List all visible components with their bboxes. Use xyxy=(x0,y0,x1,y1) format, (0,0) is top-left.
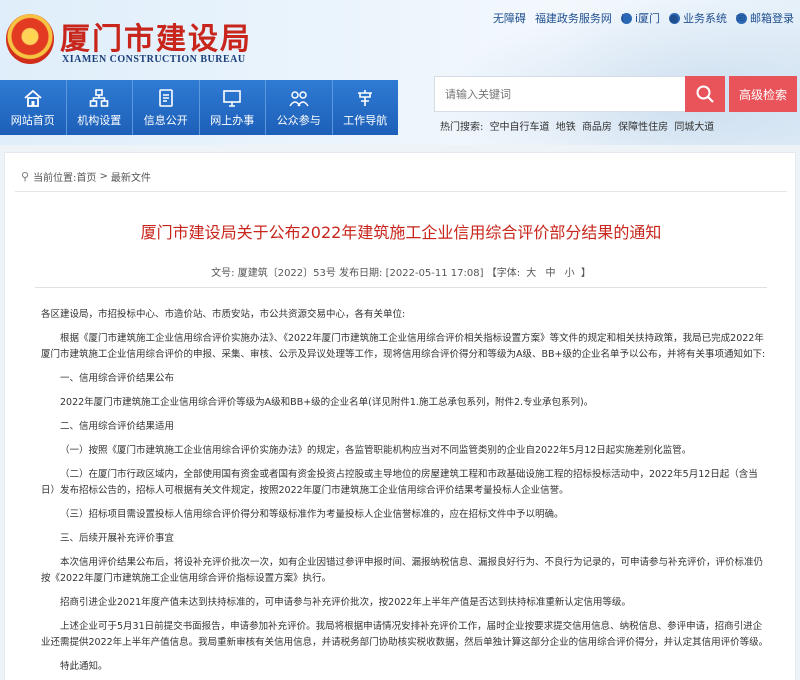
hot-term[interactable]: 同城大道 xyxy=(674,122,714,133)
article-paragraph: 2022年厦门市建筑施工企业信用综合评价等级为A级和BB+级的企业名单(详见附件… xyxy=(60,397,594,408)
font-size-large[interactable]: 大 xyxy=(526,268,536,279)
font-size-small[interactable]: 小 xyxy=(565,268,575,279)
article-paragraph: 招商引进企业2021年度产值未达到扶持标准的，可申请参与补充评价批次，按2022… xyxy=(60,597,631,608)
article-paragraph: （三）招标项目需设置投标人信用综合评价得分和等级标准作为考量投标人企业信誉标准的… xyxy=(60,509,564,520)
computer-icon xyxy=(223,89,242,107)
mail-icon: ✉ xyxy=(736,11,747,25)
article-paragraph: 一、信用综合评价结果公布 xyxy=(60,373,175,384)
ixiamen-link[interactable]: i i厦门 xyxy=(620,10,660,26)
article-paragraph: 上述企业可于5月31日前提交书面报告，申请参加补充评价。我局将根据申请情况安排补… xyxy=(41,621,769,648)
article-paragraph: 二、信用综合评价结果适用 xyxy=(60,421,175,432)
article-paragraph: 各区建设局，市招投标中心、市造价站、市质安站，市公共资源交易中心，各有关单位: xyxy=(41,309,406,320)
meta-suffix: 】 xyxy=(580,268,591,279)
divider xyxy=(15,191,787,192)
breadcrumb: ⚲ 当前位置: 首页 > 最新文件 xyxy=(21,169,151,184)
top-links: 无障碍 福建政务服务网 i i厦门 ● 业务系统 ✉ 邮箱登录 xyxy=(493,10,794,26)
nav-item-home[interactable]: 网站首页 xyxy=(0,80,67,135)
nav-icon xyxy=(358,89,373,106)
article-paragraph: 根据《厦门市建筑施工企业信用综合评价实施办法》、《2022年厦门市建筑施工企业信… xyxy=(41,333,766,360)
nav-label: 工作导航 xyxy=(343,113,388,127)
search-icon xyxy=(696,85,714,103)
breadcrumb-home[interactable]: 首页 xyxy=(76,169,96,184)
article-body: 各区建设局，市招投标中心、市造价站、市质安站，市公共资源交易中心，各有关单位: 根… xyxy=(41,307,771,680)
person-icon: ● xyxy=(669,11,680,25)
advanced-search-button[interactable]: 高级检索 xyxy=(729,76,797,112)
content-panel: ⚲ 当前位置: 首页 > 最新文件 厦门市建设局关于公布2022年建筑施工企业信… xyxy=(4,152,796,680)
article-meta: 文号: 厦建筑〔2022〕53号 发布日期: [2022-05-11 17:08… xyxy=(5,264,797,279)
meta-info: 文号: 厦建筑〔2022〕53号 发布日期: [2022-05-11 17:08… xyxy=(211,268,521,279)
search-button[interactable] xyxy=(685,76,725,112)
doc-icon xyxy=(158,88,173,107)
breadcrumb-sep: > xyxy=(99,171,108,182)
hot-search-label: 热门搜索: xyxy=(440,122,484,133)
nav-label: 网上办事 xyxy=(210,113,255,127)
national-emblem-icon: ★ xyxy=(6,14,54,64)
site-logo-en: XIAMEN CONSTRUCTION BUREAU xyxy=(62,54,246,65)
nav-label: 机构设置 xyxy=(77,113,122,127)
home-icon xyxy=(24,89,42,107)
article-paragraph: 特此通知。 xyxy=(60,661,108,672)
hot-term[interactable]: 空中自行车道 xyxy=(490,122,550,133)
article-paragraph: （二）在厦门市行政区域内，全部使用国有资金或者国有资金投资占控股或主导地位的房屋… xyxy=(41,469,758,496)
nav-item-work-nav[interactable]: 工作导航 xyxy=(332,80,398,135)
nav-item-org[interactable]: 机构设置 xyxy=(66,80,133,135)
main-nav: 网站首页 机构设置 信息公开 网上办事 公众参与 工作导航 xyxy=(0,80,398,135)
font-size-medium[interactable]: 中 xyxy=(545,268,555,279)
location-pin-icon: ⚲ xyxy=(21,170,30,183)
nav-label: 信息公开 xyxy=(143,113,188,127)
accessibility-link[interactable]: 无障碍 xyxy=(493,10,526,26)
hot-search: 热门搜索: 空中自行车道 地铁 商品房 保障性住房 同城大道 xyxy=(440,118,717,133)
nav-item-info-public[interactable]: 信息公开 xyxy=(133,80,200,135)
ixiamen-icon: i xyxy=(620,12,632,24)
hot-term[interactable]: 保障性住房 xyxy=(618,122,668,133)
org-icon xyxy=(89,88,109,107)
nav-label: 网站首页 xyxy=(10,113,55,127)
breadcrumb-current[interactable]: 最新文件 xyxy=(111,169,151,184)
article-paragraph: 本次信用评价结果公布后，将设补充评价批次一次，如有企业因错过参评申报时间、漏报纳… xyxy=(41,557,764,584)
nav-item-public-participation[interactable]: 公众参与 xyxy=(266,80,333,135)
breadcrumb-prefix: 当前位置: xyxy=(33,173,77,184)
nav-item-online-service[interactable]: 网上办事 xyxy=(199,80,266,135)
site-logo-cn[interactable]: 厦门市建设局 xyxy=(60,14,252,58)
people-icon xyxy=(289,90,309,106)
fujian-gov-service-link[interactable]: 福建政务服务网 xyxy=(535,10,612,26)
article-title: 厦门市建设局关于公布2022年建筑施工企业信用综合评价部分结果的通知 xyxy=(140,223,662,242)
hot-term[interactable]: 地铁 xyxy=(556,122,576,133)
divider xyxy=(35,287,767,288)
search-input[interactable] xyxy=(435,77,685,111)
article-paragraph: （一）按照《厦门市建筑施工企业信用综合评价实施办法》的规定，各监管职能机构应当对… xyxy=(60,445,692,456)
search-box xyxy=(434,76,686,112)
mail-login-link[interactable]: ✉ 邮箱登录 xyxy=(736,10,794,26)
hot-term[interactable]: 商品房 xyxy=(582,122,612,133)
business-system-link[interactable]: ● 业务系统 xyxy=(669,10,727,26)
article-paragraph: 三、后续开展补充评价事宜 xyxy=(60,533,175,544)
nav-label: 公众参与 xyxy=(276,113,321,127)
